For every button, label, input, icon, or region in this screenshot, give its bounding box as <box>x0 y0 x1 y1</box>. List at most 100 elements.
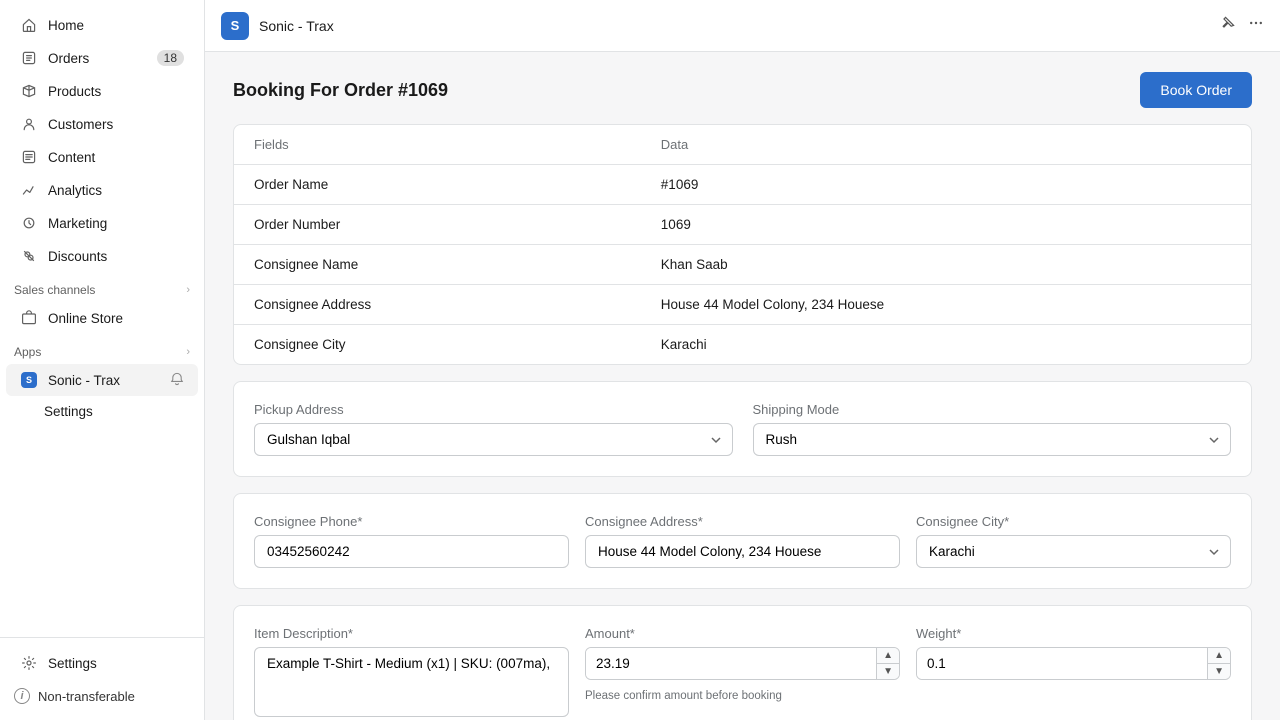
bell-icon <box>170 372 184 389</box>
sidebar-item-discounts-label: Discounts <box>48 249 107 264</box>
table-cell-field: Order Name <box>234 165 641 205</box>
weight-input[interactable] <box>917 648 1207 679</box>
sales-channels-section: Sales channels › <box>0 273 204 301</box>
table-cell-value: Khan Saab <box>641 245 1251 285</box>
table-row: Consignee Address House 44 Model Colony,… <box>234 285 1251 325</box>
pin-icon[interactable] <box>1220 15 1236 36</box>
order-info-table: Fields Data Order Name #1069 Order Numbe… <box>234 125 1251 364</box>
table-header-data: Data <box>641 125 1251 165</box>
item-description-textarea[interactable]: Example T-Shirt - Medium (x1) | SKU: (00… <box>254 647 569 717</box>
sidebar-item-discounts[interactable]: Discounts <box>6 240 198 272</box>
sidebar-item-customers-label: Customers <box>48 117 113 132</box>
book-order-button[interactable]: Book Order <box>1140 72 1252 108</box>
sidebar-item-content[interactable]: Content <box>6 141 198 173</box>
amount-hint: Please confirm amount before booking <box>585 690 900 702</box>
topbar-logo: S <box>221 12 249 40</box>
sidebar-item-products-label: Products <box>48 84 101 99</box>
item-description-grid: Item Description* Example T-Shirt - Medi… <box>234 606 1251 720</box>
home-icon <box>20 16 38 34</box>
consignee-details-card: Consignee Phone* Consignee Address* Cons… <box>233 493 1252 589</box>
apps-chevron-icon: › <box>186 346 190 358</box>
orders-badge: 18 <box>157 50 184 66</box>
amount-input-wrapper: ▲ ▼ <box>585 647 900 680</box>
sidebar-item-marketing[interactable]: Marketing <box>6 207 198 239</box>
sidebar-nav: Home Orders 18 Products Customers <box>0 0 204 637</box>
sidebar-item-content-label: Content <box>48 150 95 165</box>
online-store-icon <box>20 309 38 327</box>
weight-input-wrapper: ▲ ▼ <box>916 647 1231 680</box>
weight-label: Weight* <box>916 626 1231 641</box>
weight-down-button[interactable]: ▼ <box>1208 664 1230 679</box>
shipping-mode-select[interactable]: Rush Normal Overloaded <box>753 423 1232 456</box>
amount-label: Amount* <box>585 626 900 641</box>
content-area: Fields Data Order Name #1069 Order Numbe… <box>205 124 1280 720</box>
consignee-address-group: Consignee Address* <box>585 514 900 568</box>
sidebar-item-orders[interactable]: Orders 18 <box>6 42 198 74</box>
consignee-details-grid: Consignee Phone* Consignee Address* Cons… <box>234 494 1251 588</box>
table-cell-field: Consignee City <box>234 325 641 365</box>
shipping-mode-group: Shipping Mode Rush Normal Overloaded <box>753 402 1232 456</box>
table-cell-value: #1069 <box>641 165 1251 205</box>
orders-icon <box>20 49 38 67</box>
item-description-card: Item Description* Example T-Shirt - Medi… <box>233 605 1252 720</box>
products-icon <box>20 82 38 100</box>
sidebar-item-marketing-label: Marketing <box>48 216 107 231</box>
table-cell-field: Consignee Name <box>234 245 641 285</box>
table-row: Order Number 1069 <box>234 205 1251 245</box>
table-cell-value: Karachi <box>641 325 1251 365</box>
content-icon <box>20 148 38 166</box>
consignee-phone-input[interactable] <box>254 535 569 568</box>
sidebar-item-online-store[interactable]: Online Store <box>6 302 198 334</box>
consignee-address-label: Consignee Address* <box>585 514 900 529</box>
page-title: Booking For Order #1069 <box>233 80 448 101</box>
topbar-title: Sonic - Trax <box>259 18 334 34</box>
table-row: Consignee City Karachi <box>234 325 1251 365</box>
sidebar-item-home[interactable]: Home <box>6 9 198 41</box>
sidebar-item-settings-sub-label: Settings <box>44 404 93 419</box>
topbar: S Sonic - Trax <box>205 0 1280 52</box>
item-description-label: Item Description* <box>254 626 569 641</box>
sidebar-settings-label: Settings <box>48 656 97 671</box>
sidebar-item-analytics-label: Analytics <box>48 183 102 198</box>
customers-icon <box>20 115 38 133</box>
amount-input[interactable] <box>586 648 876 679</box>
table-row: Consignee Name Khan Saab <box>234 245 1251 285</box>
sidebar-item-products[interactable]: Products <box>6 75 198 107</box>
weight-up-button[interactable]: ▲ <box>1208 648 1230 664</box>
table-cell-value: 1069 <box>641 205 1251 245</box>
sidebar-item-settings[interactable]: Settings <box>6 647 198 679</box>
sidebar-item-analytics[interactable]: Analytics <box>6 174 198 206</box>
sidebar-item-sonic-trax-label: Sonic - Trax <box>48 373 120 388</box>
item-description-group: Item Description* Example T-Shirt - Medi… <box>254 626 569 717</box>
discounts-icon <box>20 247 38 265</box>
non-transferable-label: Non-transferable <box>38 689 135 704</box>
amount-group: Amount* ▲ ▼ Please confirm amount before… <box>585 626 900 717</box>
order-info-card: Fields Data Order Name #1069 Order Numbe… <box>233 124 1252 365</box>
sidebar-item-sonic-trax[interactable]: S Sonic - Trax <box>6 364 198 396</box>
consignee-city-group: Consignee City* Karachi <box>916 514 1231 568</box>
consignee-address-input[interactable] <box>585 535 900 568</box>
consignee-city-select[interactable]: Karachi <box>916 535 1231 568</box>
pickup-address-select[interactable]: Gulshan Iqbal <box>254 423 733 456</box>
shipping-mode-label: Shipping Mode <box>753 402 1232 417</box>
more-options-icon[interactable] <box>1248 15 1264 36</box>
amount-up-button[interactable]: ▲ <box>877 648 899 664</box>
amount-down-button[interactable]: ▼ <box>877 664 899 679</box>
consignee-city-label: Consignee City* <box>916 514 1231 529</box>
settings-icon <box>20 654 38 672</box>
sidebar-bottom: Settings i Non-transferable <box>0 637 204 720</box>
sidebar-item-online-store-label: Online Store <box>48 311 123 326</box>
pickup-address-label: Pickup Address <box>254 402 733 417</box>
table-cell-field: Consignee Address <box>234 285 641 325</box>
table-row: Order Name #1069 <box>234 165 1251 205</box>
table-cell-field: Order Number <box>234 205 641 245</box>
marketing-icon <box>20 214 38 232</box>
consignee-phone-label: Consignee Phone* <box>254 514 569 529</box>
consignee-phone-group: Consignee Phone* <box>254 514 569 568</box>
table-header-fields: Fields <box>234 125 641 165</box>
weight-group: Weight* ▲ ▼ <box>916 626 1231 717</box>
sidebar-item-settings-sub[interactable]: Settings <box>6 397 198 426</box>
topbar-right <box>1220 15 1264 36</box>
sidebar-item-home-label: Home <box>48 18 84 33</box>
sidebar-item-customers[interactable]: Customers <box>6 108 198 140</box>
